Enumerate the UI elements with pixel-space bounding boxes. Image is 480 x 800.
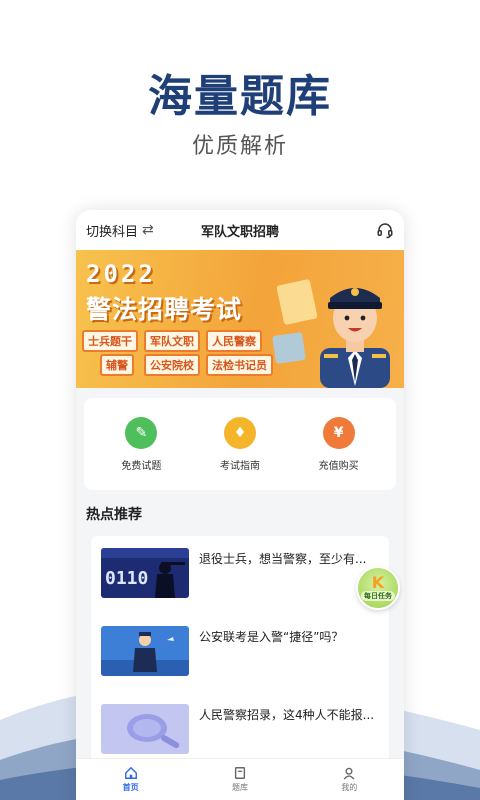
banner-tag: 人民警察 (206, 330, 262, 352)
article-title: 公安联考是入警“捷径”吗？ (199, 630, 344, 644)
headset-icon[interactable] (376, 221, 394, 239)
free-questions-button[interactable]: ✎ 免费试题 (101, 416, 181, 472)
nav-question-bank[interactable]: 题库 (210, 766, 270, 793)
hero-title: 海量题库 (148, 71, 332, 122)
banner-title: 警法招聘考试 (86, 295, 243, 324)
switch-subject-label: 切换科目 (86, 224, 139, 240)
police-officer-illustration (320, 288, 390, 388)
article-title: 退役士兵，想当警察，至少有... (199, 552, 367, 566)
document-icon: ✎ (125, 416, 158, 449)
home-icon (124, 766, 137, 779)
banner-tag: 军队文职 (144, 330, 200, 352)
article-thumbnail: 0110 (101, 548, 189, 598)
top-bar: 切换科目 ⇄ 军队文职招聘 (76, 210, 404, 250)
banner-tag: 士兵题干 (82, 330, 138, 352)
section-title: 热点推荐 (86, 507, 142, 523)
daily-task-button[interactable]: K 每日任务 (356, 566, 400, 610)
task-k-icon: K (371, 573, 385, 592)
nav-label: 题库 (231, 783, 248, 792)
recharge-button[interactable]: ¥ 充值购买 (299, 416, 379, 472)
bottom-nav: 首页 题库 我的 (76, 758, 404, 800)
promo-banner[interactable]: 2022 警法招聘考试 士兵题干 军队文职 人民警察 辅警 公安院校 法检书记员 (76, 250, 404, 388)
exam-guide-button[interactable]: ♦ 考试指南 (200, 416, 280, 472)
action-label: 充值购买 (318, 460, 359, 472)
article-thumbnail (101, 704, 189, 754)
quick-actions: ✎ 免费试题 ♦ 考试指南 ¥ 充值购买 (84, 398, 396, 490)
nav-label: 首页 (122, 783, 139, 792)
user-icon (343, 767, 355, 780)
banner-tag: 公安院校 (144, 354, 200, 376)
phone-frame: 切换科目 ⇄ 军队文职招聘 2022 警法招聘考试 士兵题干 军队文职 人民警察… (76, 210, 404, 800)
moneybag-icon: ¥ (322, 416, 355, 449)
swap-icon: ⇄ (142, 222, 154, 238)
article-title: 人民警察招录，这4种人不能报... (199, 708, 375, 722)
banner-deco-card (272, 332, 306, 364)
hero-subtitle: 优质解析 (191, 134, 288, 159)
nav-home[interactable]: 首页 (101, 766, 161, 793)
task-label: 每日任务 (361, 591, 395, 601)
list-item[interactable]: 0110 退役士兵，想当警察，至少有... (101, 536, 379, 614)
action-label: 考试指南 (219, 460, 260, 472)
lightbulb-icon: ♦ (223, 416, 256, 449)
list-item[interactable]: 公安联考是入警“捷径”吗？ (101, 614, 379, 692)
nav-profile[interactable]: 我的 (319, 766, 379, 793)
nav-label: 我的 (341, 783, 358, 792)
book-icon (234, 767, 246, 779)
banner-tag: 辅警 (100, 354, 134, 376)
svg-text:0110: 0110 (105, 568, 148, 589)
banner-tag: 法检书记员 (206, 354, 273, 376)
banner-year: 2022 (86, 260, 156, 288)
action-label: 免费试题 (121, 460, 162, 472)
switch-subject-button[interactable]: 切换科目 ⇄ (86, 221, 154, 240)
article-list: 0110 退役士兵，想当警察，至少有... 公安联考是入警“捷径”吗？ 人民警察… (91, 536, 389, 770)
article-thumbnail (101, 626, 189, 676)
